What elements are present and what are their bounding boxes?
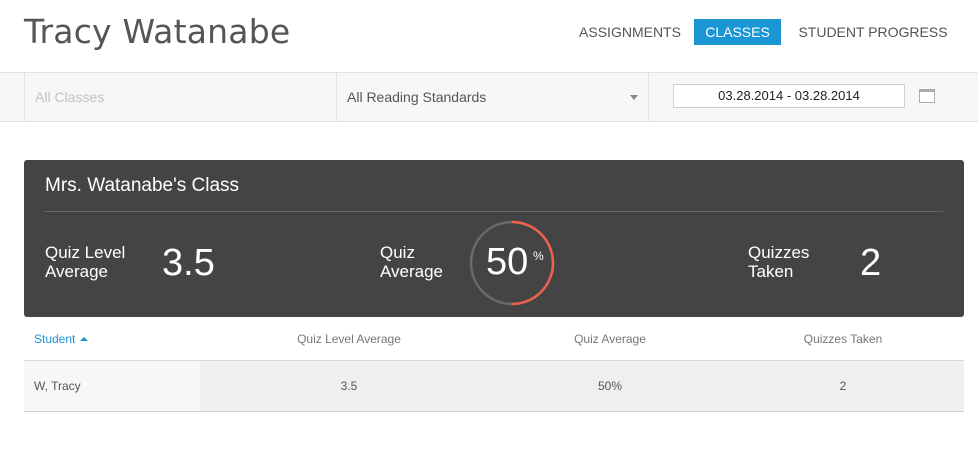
chevron-down-icon[interactable] (630, 95, 638, 100)
column-header-quiz-level-average[interactable]: Quiz Level Average (274, 332, 424, 346)
reading-standards-select[interactable]: All Reading Standards (336, 73, 649, 121)
quizzes-taken-label: Quizzes Taken (748, 243, 810, 281)
column-header-quiz-average[interactable]: Quiz Average (535, 332, 685, 346)
cell-student[interactable]: W, Tracy (34, 379, 81, 393)
date-range-input[interactable]: 03.28.2014 - 03.28.2014 (673, 84, 905, 108)
calendar-icon[interactable] (919, 89, 935, 103)
nav-assignments[interactable]: ASSIGNMENTS (571, 19, 689, 45)
quiz-average-label: Quiz Average (380, 243, 444, 281)
date-range-filter: 03.28.2014 - 03.28.2014 (648, 73, 978, 121)
quiz-level-average-label: Quiz Level Average (45, 243, 126, 281)
sort-ascending-icon (80, 337, 89, 341)
filter-bar: All Classes All Reading Standards 03.28.… (0, 72, 978, 122)
nav-classes[interactable]: CLASSES (694, 19, 781, 45)
page-title: Tracy Watanabe (24, 12, 291, 51)
quiz-level-average-value: 3.5 (162, 242, 215, 284)
classes-filter[interactable]: All Classes (24, 73, 337, 121)
column-header-quizzes-taken[interactable]: Quizzes Taken (768, 332, 918, 346)
quiz-average-unit: % (533, 249, 544, 263)
class-summary-panel: Mrs. Watanabe's Class Quiz Level Average… (24, 160, 964, 317)
quizzes-taken-value: 2 (860, 242, 882, 284)
nav-student-progress[interactable]: STUDENT PROGRESS (793, 19, 953, 45)
classes-filter-placeholder: All Classes (35, 89, 105, 105)
table-row[interactable]: W, Tracy 3.5 50% 2 (24, 361, 964, 411)
class-title: Mrs. Watanabe's Class (45, 175, 240, 196)
quiz-average-value: 50 (486, 241, 529, 283)
reading-standards-value: All Reading Standards (347, 89, 487, 105)
cell-quiz-level-average: 3.5 (340, 379, 358, 393)
cell-quiz-average: 50% (597, 379, 623, 393)
panel-divider (45, 211, 943, 212)
row-divider (24, 411, 964, 412)
column-header-student[interactable]: Student (34, 332, 89, 346)
cell-quizzes-taken: 2 (839, 379, 847, 393)
